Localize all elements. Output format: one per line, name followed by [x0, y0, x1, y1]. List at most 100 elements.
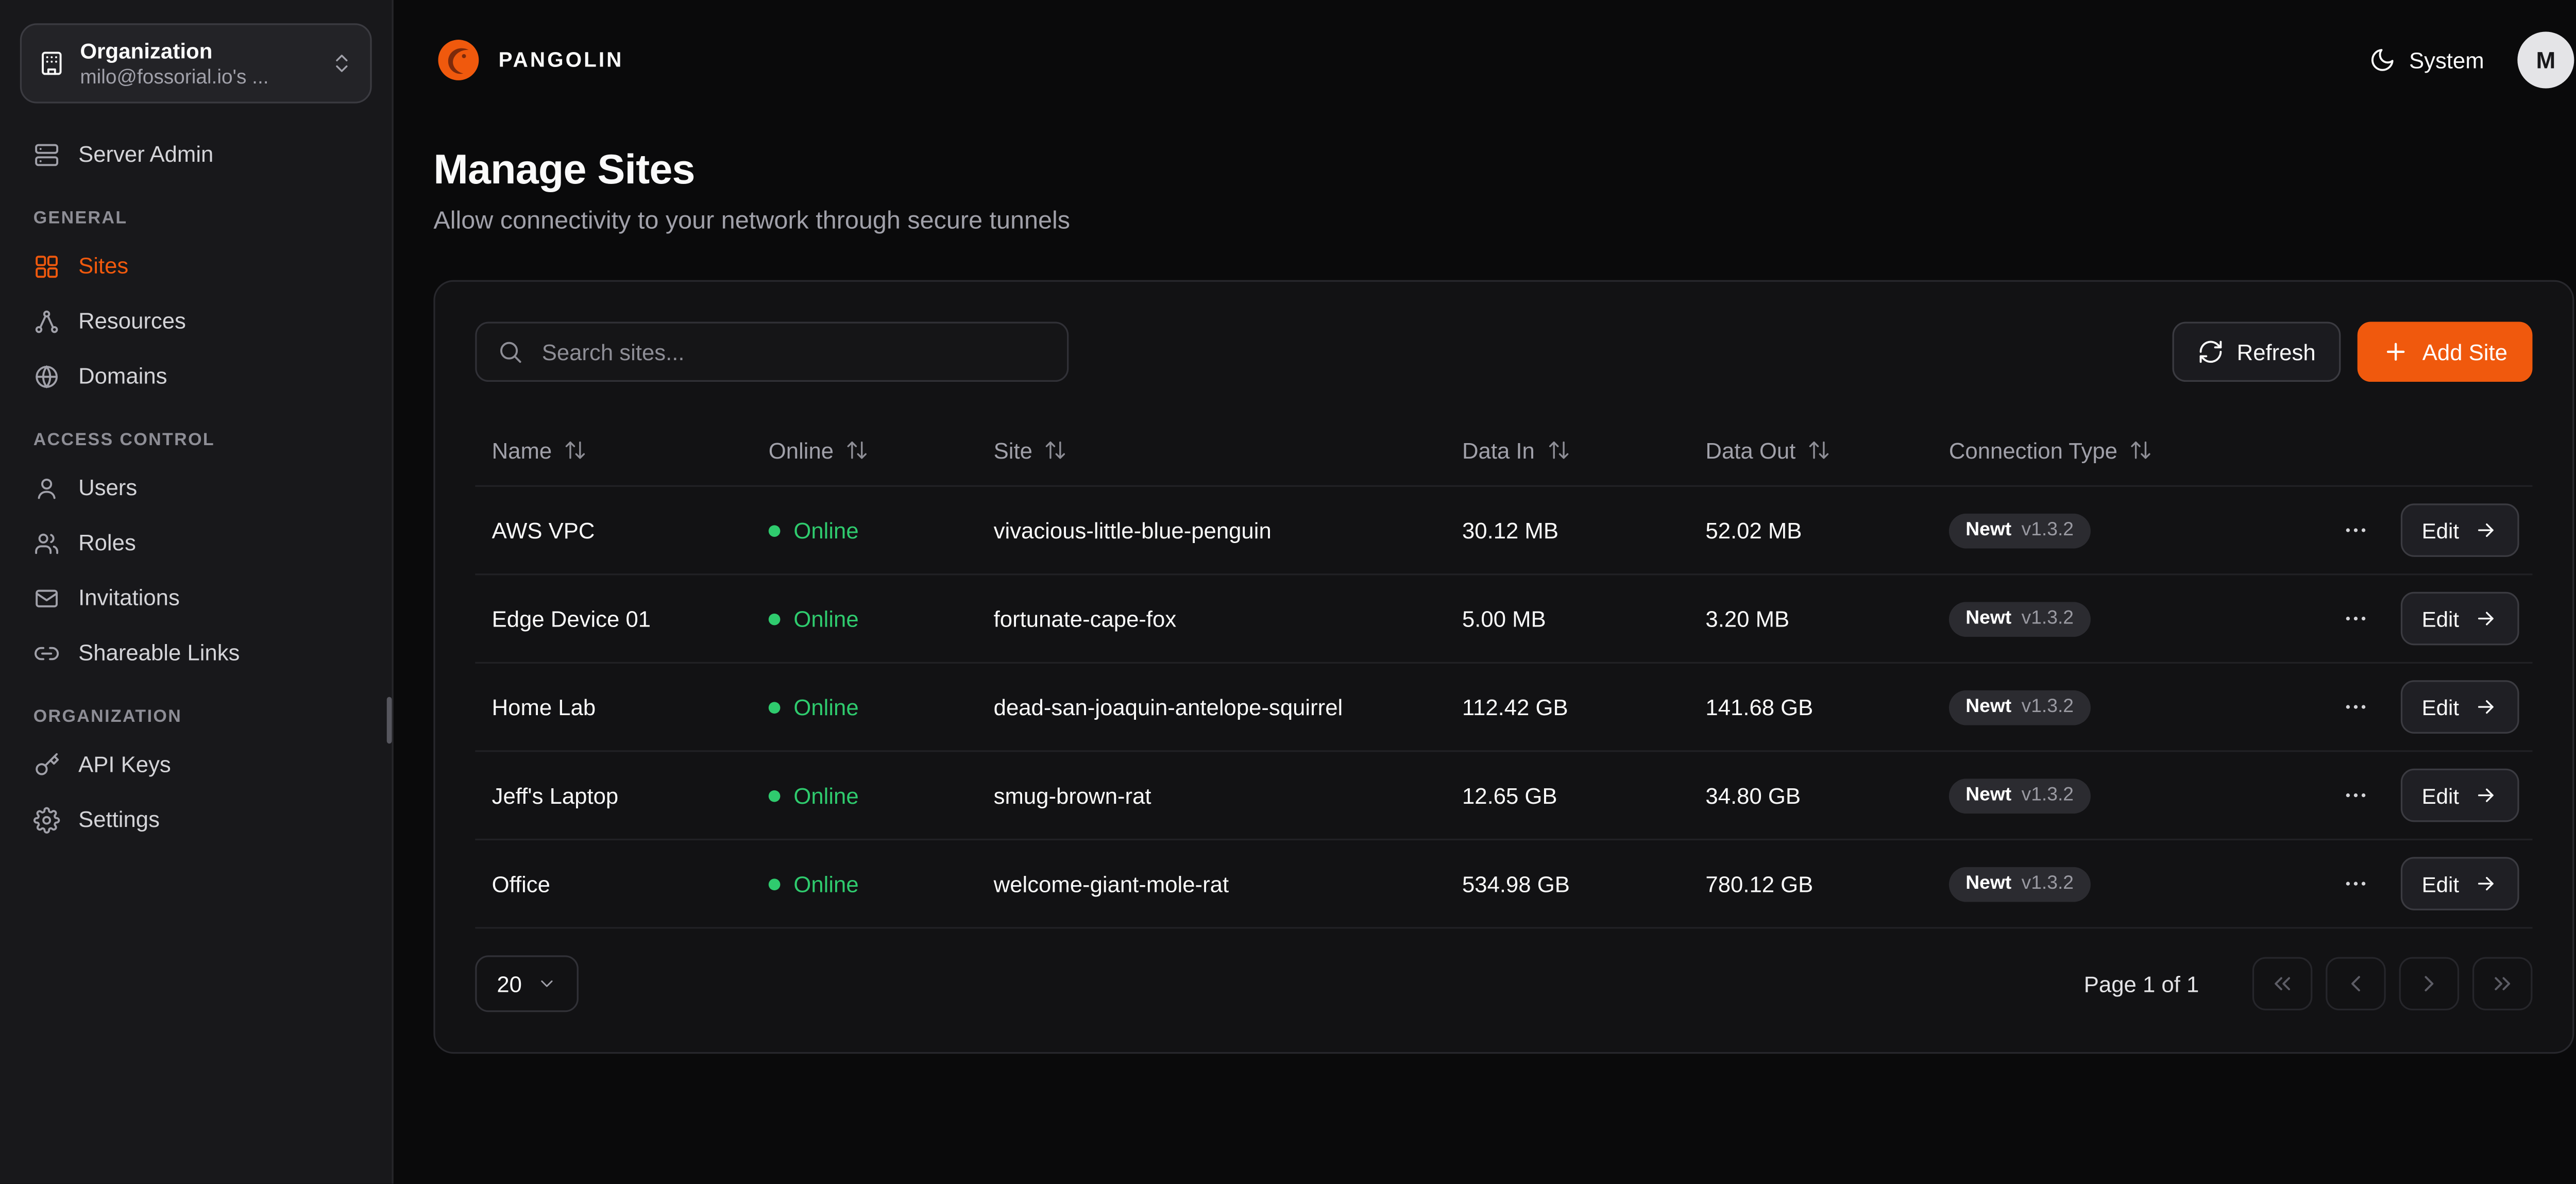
connection-type-badge: Newt v1.3.2 [1949, 601, 2090, 636]
column-header-name[interactable]: Name [475, 437, 752, 463]
connection-type-badge: Newt v1.3.2 [1949, 866, 2090, 901]
edit-button[interactable]: Edit [2400, 680, 2519, 734]
connection-type-cell: Newt v1.3.2 [1933, 689, 2283, 724]
connection-name: Newt [1965, 785, 2011, 806]
first-page-button[interactable] [2252, 957, 2312, 1010]
sort-icon [845, 438, 869, 462]
site-slug-cell: fortunate-cape-fox [977, 606, 1445, 631]
online-dot-icon [769, 701, 781, 713]
search-icon [497, 339, 523, 365]
building-icon [38, 50, 65, 77]
sidebar-item-domains[interactable]: Domains [20, 348, 372, 403]
column-label: Data Out [1705, 437, 1795, 463]
column-header-connection-type[interactable]: Connection Type [1933, 437, 2283, 463]
chevrons-left-icon [2269, 970, 2296, 997]
user-icon [33, 475, 60, 501]
last-page-button[interactable] [2472, 957, 2532, 1010]
row-menu-button[interactable] [2329, 592, 2383, 646]
edit-button[interactable]: Edit [2400, 503, 2519, 557]
sort-icon [1807, 438, 1831, 462]
avatar[interactable]: M [2517, 31, 2574, 88]
sidebar-item-users[interactable]: Users [20, 460, 372, 515]
connection-version: v1.3.2 [2022, 873, 2074, 894]
refresh-button[interactable]: Refresh [2172, 322, 2341, 382]
site-status-cell: Online [752, 871, 977, 897]
sidebar-item-label: Roles [78, 529, 136, 557]
sidebar-item-resources[interactable]: Resources [20, 294, 372, 349]
status-label: Online [793, 518, 858, 543]
add-site-button[interactable]: Add Site [2358, 322, 2533, 382]
status-label: Online [793, 871, 858, 897]
sidebar-item-server-admin[interactable]: Server Admin [20, 127, 372, 182]
row-menu-button[interactable] [2329, 769, 2383, 822]
ellipsis-icon [2343, 517, 2369, 544]
chevrons-right-icon [2489, 970, 2516, 997]
refresh-label: Refresh [2237, 340, 2316, 365]
data-out-cell: 52.02 MB [1689, 518, 1932, 543]
arrow-right-icon [2474, 695, 2497, 718]
column-label: Online [769, 437, 834, 463]
next-page-button[interactable] [2399, 957, 2459, 1010]
site-slug-cell: welcome-giant-mole-rat [977, 871, 1445, 897]
column-header-data-in[interactable]: Data In [1446, 437, 1689, 463]
data-out-cell: 780.12 GB [1689, 871, 1932, 897]
edit-button[interactable]: Edit [2400, 769, 2519, 822]
section-heading-general: GENERAL [33, 209, 359, 229]
pangolin-logo-icon [433, 35, 483, 85]
page-title: Manage Sites [433, 147, 2574, 195]
edit-button[interactable]: Edit [2400, 857, 2519, 910]
edit-label: Edit [2422, 783, 2460, 808]
moon-icon [2369, 47, 2396, 74]
sidebar-item-roles[interactable]: Roles [20, 515, 372, 570]
ellipsis-icon [2343, 782, 2369, 809]
site-status-cell: Online [752, 606, 977, 631]
globe-icon [33, 363, 60, 390]
sidebar-item-sites[interactable]: Sites [20, 239, 372, 294]
data-in-cell: 534.98 GB [1446, 871, 1689, 897]
theme-toggle[interactable]: System [2369, 47, 2484, 74]
data-in-cell: 12.65 GB [1446, 783, 1689, 808]
row-menu-button[interactable] [2329, 857, 2383, 910]
main-content: PANGOLIN System M Manage Sites Allow con… [394, 0, 2576, 1184]
pagination: Page 1 of 1 [2084, 957, 2533, 1010]
site-name-cell: Edge Device 01 [475, 606, 752, 631]
site-name-cell: Home Lab [475, 695, 752, 720]
column-label: Connection Type [1949, 437, 2117, 463]
sort-icon [1044, 438, 1067, 462]
page-size-value: 20 [497, 971, 522, 996]
sort-icon [564, 438, 587, 462]
sidebar-item-label: Users [78, 473, 137, 502]
table-row: Home Lab Online dead-san-joaquin-antelop… [475, 664, 2532, 752]
search-input[interactable] [538, 337, 1047, 366]
connection-name: Newt [1965, 696, 2011, 718]
app-root: Organization milo@fossorial.io's ... Ser… [0, 0, 2576, 1184]
table-footer: 20 Page 1 of 1 [475, 955, 2532, 1012]
sidebar-item-invitations[interactable]: Invitations [20, 570, 372, 625]
brand-logo[interactable]: PANGOLIN [433, 35, 623, 85]
column-header-data-out[interactable]: Data Out [1689, 437, 1932, 463]
edit-button[interactable]: Edit [2400, 592, 2519, 646]
org-switcher[interactable]: Organization milo@fossorial.io's ... [20, 23, 372, 103]
row-menu-button[interactable] [2329, 503, 2383, 557]
data-in-cell: 30.12 MB [1446, 518, 1689, 543]
mail-icon [33, 584, 60, 611]
sidebar-item-label: API Keys [78, 750, 171, 779]
column-label: Site [994, 437, 1032, 463]
site-name-cell: Jeff's Laptop [475, 783, 752, 808]
connection-type-cell: Newt v1.3.2 [1933, 601, 2283, 636]
site-slug-cell: dead-san-joaquin-antelope-squirrel [977, 695, 1445, 720]
sidebar-item-settings[interactable]: Settings [20, 792, 372, 847]
column-header-site[interactable]: Site [977, 437, 1445, 463]
table-toolbar: Refresh Add Site [475, 322, 2532, 382]
ellipsis-icon [2343, 694, 2369, 720]
gear-icon [33, 806, 60, 833]
site-status-cell: Online [752, 695, 977, 720]
row-menu-button[interactable] [2329, 680, 2383, 734]
previous-page-button[interactable] [2326, 957, 2385, 1010]
sidebar-item-shareable-links[interactable]: Shareable Links [20, 625, 372, 681]
sidebar-item-api-keys[interactable]: API Keys [20, 737, 372, 792]
sidebar-scrollbar[interactable] [387, 697, 392, 744]
page-size-select[interactable]: 20 [475, 955, 579, 1012]
column-header-online[interactable]: Online [752, 437, 977, 463]
online-dot-icon [769, 613, 781, 624]
